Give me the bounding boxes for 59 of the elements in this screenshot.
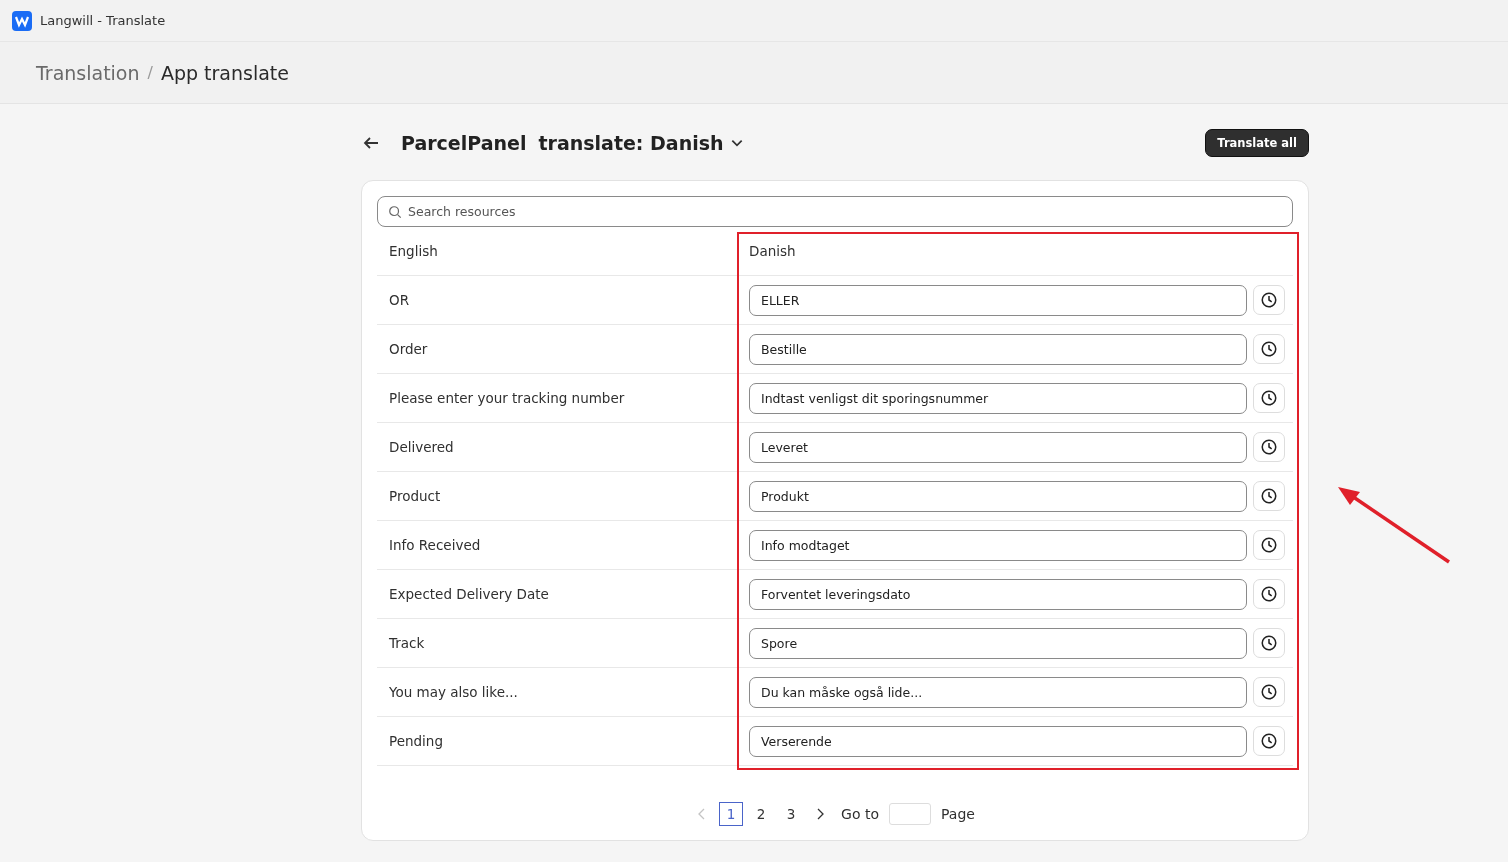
- clock-icon: [1260, 634, 1278, 652]
- history-button[interactable]: [1253, 432, 1285, 462]
- translation-input[interactable]: ELLER: [749, 284, 1247, 316]
- history-button[interactable]: [1253, 726, 1285, 756]
- translation-input[interactable]: Leveret: [749, 431, 1247, 463]
- source-text: Please enter your tracking number: [388, 390, 626, 406]
- breadcrumb-separator: /: [147, 63, 153, 82]
- source-text: Order: [388, 341, 429, 357]
- page-button[interactable]: 3: [779, 802, 804, 826]
- source-text: Pending: [388, 733, 444, 749]
- column-header: Danish: [748, 243, 797, 259]
- clock-icon: [1260, 389, 1278, 407]
- page-button[interactable]: 2: [749, 802, 774, 826]
- history-button[interactable]: [1253, 530, 1285, 560]
- clock-icon: [1260, 683, 1278, 701]
- translation-input[interactable]: Produkt: [749, 480, 1247, 512]
- search-field[interactable]: Search resources: [377, 196, 1293, 227]
- clock-icon: [1260, 536, 1278, 554]
- translation-input[interactable]: Verserende: [749, 725, 1247, 757]
- source-text: OR: [388, 292, 410, 308]
- chevron-right-icon: [815, 808, 826, 820]
- source-text: Product: [388, 488, 442, 504]
- language-dropdown[interactable]: translate: Danish: [538, 132, 744, 154]
- window-title: Langwill - Translate: [40, 13, 166, 28]
- translation-input[interactable]: Spore: [749, 627, 1247, 659]
- translation-input[interactable]: Bestille: [749, 333, 1247, 365]
- source-text: Track: [388, 635, 426, 651]
- translation-input[interactable]: Info modtaget: [749, 529, 1247, 561]
- history-button[interactable]: [1253, 285, 1285, 315]
- source-text: Expected Delivery Date: [388, 586, 550, 602]
- source-text: Delivered: [388, 439, 455, 455]
- page-number-input[interactable]: [889, 803, 931, 825]
- clock-icon: [1260, 732, 1278, 750]
- translation-input[interactable]: Indtast venligst dit sporingsnummer: [749, 382, 1247, 414]
- clock-icon: [1260, 487, 1278, 505]
- translate-all-button[interactable]: Translate all: [1205, 129, 1309, 157]
- breadcrumb-item: App translate: [160, 61, 289, 84]
- goto-label: Go to: [841, 806, 879, 822]
- app-logo-icon: [12, 10, 32, 31]
- page-button[interactable]: 1: [719, 802, 744, 826]
- clock-icon: [1260, 291, 1278, 309]
- source-text: Info Received: [388, 537, 482, 553]
- history-button[interactable]: [1253, 628, 1285, 658]
- translation-input[interactable]: Du kan måske også lide...: [749, 676, 1247, 708]
- clock-icon: [1260, 340, 1278, 358]
- clock-icon: [1260, 585, 1278, 603]
- source-text: You may also like...: [388, 684, 519, 700]
- app-name: ParcelPanel: [401, 132, 527, 154]
- history-button[interactable]: [1253, 383, 1285, 413]
- breadcrumb-item[interactable]: Translation: [36, 61, 140, 84]
- history-button[interactable]: [1253, 334, 1285, 364]
- clock-icon: [1260, 438, 1278, 456]
- search-icon: [388, 205, 402, 219]
- page-label: Page: [941, 806, 975, 822]
- history-button[interactable]: [1253, 579, 1285, 609]
- history-button[interactable]: [1253, 677, 1285, 707]
- history-button[interactable]: [1253, 481, 1285, 511]
- translation-input[interactable]: Forventet leveringsdato: [749, 578, 1247, 610]
- column-header: English: [388, 243, 439, 259]
